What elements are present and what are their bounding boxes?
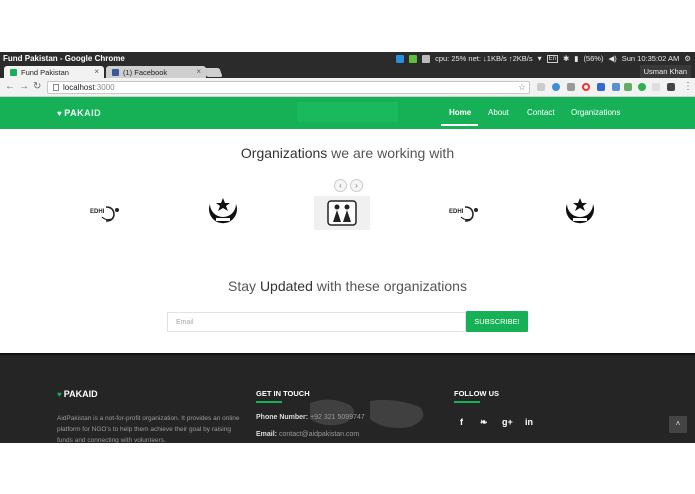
bluetooth-icon[interactable]: ✱ xyxy=(563,54,569,63)
power-icon[interactable]: ⚙ xyxy=(684,54,691,63)
footer-logo[interactable]: ♥ PAK AID xyxy=(57,389,98,399)
nav-contact[interactable]: Contact xyxy=(527,108,555,117)
nav-about[interactable]: About xyxy=(488,108,509,117)
nav-organizations[interactable]: Organizations xyxy=(571,108,620,117)
footer-logo-pak: PAK xyxy=(63,389,83,399)
org-logo-edhi[interactable]: EDHI xyxy=(88,196,122,230)
svg-text:EDHI: EDHI xyxy=(449,209,464,215)
subscribe-heading-rest: with these organizations xyxy=(312,278,467,294)
footer-heart-icon: ♥ xyxy=(57,389,62,399)
site-footer: ♥ PAK AID AidPakistan is a not-for-profi… xyxy=(0,353,695,443)
tab-strip: Fund Pakistan × (1) Facebook × Usman Kha… xyxy=(0,65,695,78)
heart-icon: ♥ xyxy=(57,108,63,118)
bookmark-star-icon[interactable]: ☆ xyxy=(518,82,526,93)
svg-text:EDHI: EDHI xyxy=(90,209,105,215)
tab-label: (1) Facebook xyxy=(123,67,168,77)
new-tab-button[interactable] xyxy=(203,68,223,77)
page-icon xyxy=(53,84,59,91)
phone-value: +92 321 5099747 xyxy=(308,414,365,421)
clock[interactable]: Sun 10:35:02 AM xyxy=(622,54,680,63)
nav-home[interactable]: Home xyxy=(449,108,471,117)
close-tab-icon[interactable]: × xyxy=(94,67,99,76)
dropbox-icon[interactable] xyxy=(409,54,418,63)
extension-blue-icon[interactable] xyxy=(552,83,560,91)
extension-gray-icon[interactable] xyxy=(567,83,575,91)
window-title: Fund Pakistan - Google Chrome xyxy=(3,54,125,63)
logo-pak: PAK xyxy=(64,108,85,118)
back-icon[interactable]: ← xyxy=(5,81,15,92)
email-value[interactable]: contact@aidpakistan.com xyxy=(277,431,359,438)
organizations-heading-bold: Organizations xyxy=(240,145,328,161)
tab-label: Fund Pakistan xyxy=(21,67,69,77)
carousel-next-button[interactable]: › xyxy=(350,179,363,192)
follow-us-heading: FOLLOW US xyxy=(454,389,499,398)
org-logo-crescent[interactable] xyxy=(202,196,244,230)
organizations-heading: Organizations we are working with xyxy=(0,145,695,161)
footer-divider xyxy=(0,353,695,355)
org-logo-crescent-2[interactable] xyxy=(559,196,601,230)
url-port: :3000 xyxy=(94,83,115,92)
logo-aid: AID xyxy=(84,108,102,118)
tab-facebook[interactable]: (1) Facebook × xyxy=(106,66,206,78)
facebook-favicon xyxy=(112,68,119,76)
reload-icon[interactable]: ↻ xyxy=(33,81,41,92)
footer-logo-aid: AID xyxy=(82,389,98,399)
organizations-heading-rest: we are working with xyxy=(327,145,455,161)
wifi-icon[interactable]: ▾ xyxy=(538,54,542,63)
screen: Fund Pakistan - Google Chrome cpu: 25% n… xyxy=(0,0,695,494)
system-tray: cpu: 25% net: ↓1KB/s ↑2KB/s ▾ En ✱ ▮ (56… xyxy=(396,52,691,65)
extension-green-icon[interactable] xyxy=(638,83,646,91)
site-navbar: ♥ PAK AID Home About Contact Organizatio… xyxy=(0,97,695,129)
close-tab-icon[interactable]: × xyxy=(196,67,201,76)
address-toolbar: ← → ↻ localhost :3000 ☆ ⋮ xyxy=(0,78,695,97)
email-input[interactable]: Email xyxy=(167,312,466,332)
get-in-touch-heading: GET IN TOUCH xyxy=(256,389,310,398)
url-host: localhost xyxy=(63,83,95,92)
tab-fund-pakistan[interactable]: Fund Pakistan × xyxy=(4,66,104,78)
get-in-touch-underline xyxy=(256,401,282,403)
volume-icon[interactable]: ◀) xyxy=(608,54,616,63)
battery-indicator[interactable]: (56%) xyxy=(583,54,603,63)
cpu-net-indicator: cpu: 25% net: ↓1KB/s ↑2KB/s xyxy=(435,54,533,63)
email-label: Email: xyxy=(256,431,278,438)
menu-icon[interactable]: ⋮ xyxy=(683,81,693,92)
twitter-icon[interactable]: ❧ xyxy=(480,417,488,428)
site-logo[interactable]: ♥ PAK AID xyxy=(57,108,101,118)
org-logo-edhi-2[interactable]: EDHI xyxy=(447,196,481,230)
google-plus-icon[interactable]: g+ xyxy=(502,417,513,427)
fund-pakistan-favicon xyxy=(10,68,17,76)
forward-icon[interactable]: → xyxy=(19,81,29,92)
subscribe-button[interactable]: SUBSCRIBE! xyxy=(466,311,528,332)
carousel-prev-button[interactable]: ‹ xyxy=(334,179,347,192)
footer-phone: Phone Number: +92 321 5099747 xyxy=(256,414,365,421)
footer-email: Email: contact@aidpakistan.com xyxy=(256,431,359,438)
os-top-bar: Fund Pakistan - Google Chrome cpu: 25% n… xyxy=(0,52,695,65)
linkedin-icon[interactable]: in xyxy=(525,417,533,427)
network-graph-icon xyxy=(422,54,431,63)
lock-icon[interactable]: ▮ xyxy=(574,54,578,63)
extension-square-icon[interactable] xyxy=(597,83,605,91)
address-bar[interactable]: localhost :3000 ☆ xyxy=(47,81,530,94)
opera-icon[interactable] xyxy=(582,83,590,91)
org-logo-figures[interactable] xyxy=(314,196,370,230)
skype-icon[interactable] xyxy=(396,54,405,63)
active-nav-underline xyxy=(441,124,478,126)
extension-screen-icon[interactable] xyxy=(612,83,620,91)
subscribe-heading: Stay Updated with these organizations xyxy=(0,278,695,294)
subscribe-heading-bold: Updated xyxy=(259,278,313,294)
extension-idm-icon[interactable] xyxy=(624,83,632,91)
extension-wave-icon[interactable] xyxy=(652,83,660,91)
extension-dark-icon[interactable] xyxy=(667,83,675,91)
profile-name[interactable]: Usman Khan xyxy=(639,65,691,78)
scroll-to-top-button[interactable]: ˄ xyxy=(669,416,687,433)
phone-label: Phone Number: xyxy=(256,414,309,421)
language-indicator[interactable]: En xyxy=(546,54,558,63)
extension-shield-icon[interactable] xyxy=(537,83,545,91)
facebook-icon[interactable]: f xyxy=(460,417,463,427)
follow-us-underline xyxy=(454,401,480,403)
subscribe-heading-pre: Stay xyxy=(228,278,260,294)
navbar-placeholder-box xyxy=(297,102,398,122)
footer-about-text: AidPakistan is a not-for-profit organiza… xyxy=(57,415,240,443)
